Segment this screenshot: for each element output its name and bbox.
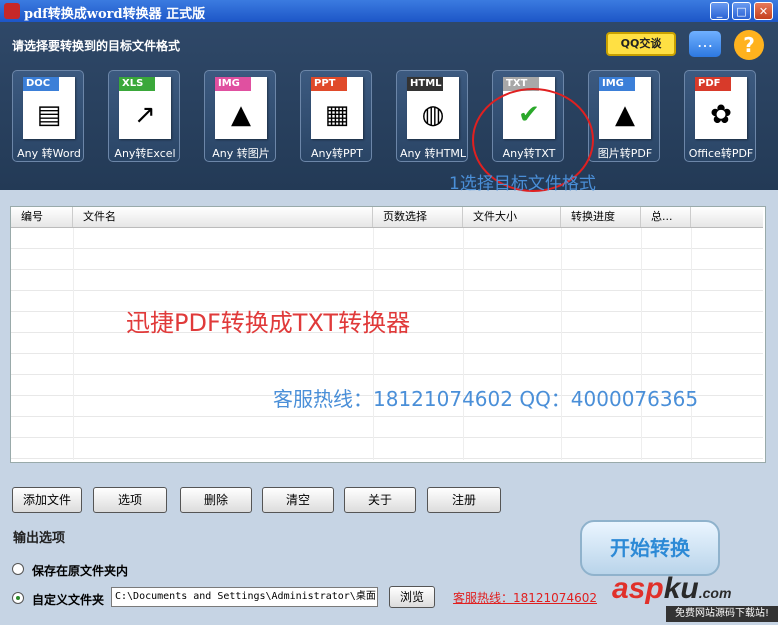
qq-chat-button[interactable]: QQ交谈 [606,32,676,56]
file-table[interactable]: 编号 文件名 页数选择 文件大小 转换进度 总... 迅捷PDF转换成TXT转换… [10,206,766,463]
about-button[interactable]: 关于 [344,487,416,513]
acrobat-icon: ✿ [710,100,732,130]
site-watermark-logo: aspku.com [612,572,731,606]
format-tag: IMG [599,77,635,91]
contact-watermark: 客服热线：18121074602 QQ：4000076365 [273,387,699,411]
chart-arrow-icon: ↗ [134,100,156,130]
register-button[interactable]: 注册 [427,487,501,513]
column-divider [373,228,374,460]
format-ppt[interactable]: PPT ▦ Any转PPT [300,70,372,162]
options-button[interactable]: 选项 [93,487,167,513]
column-divider [73,228,74,460]
site-watermark: aspku.com 免费网站源码下载站! [612,572,778,625]
format-word[interactable]: DOC ▤ Any 转Word [12,70,84,162]
title-bar: pdf转换成word转换器 正式版 _ □ ✕ [0,0,778,22]
column-total[interactable]: 总... [641,207,691,227]
add-file-button[interactable]: 添加文件 [12,487,82,513]
format-tag: XLS [119,77,155,91]
save-original-label[interactable]: 保存在原文件夹内 [32,562,128,579]
column-divider [561,228,562,460]
window-title: pdf转换成word转换器 正式版 [24,7,206,22]
format-image-to-pdf[interactable]: IMG ▲ 图片转PDF [588,70,660,162]
close-button[interactable]: ✕ [754,2,773,20]
browse-button[interactable]: 浏览 [389,586,435,608]
product-watermark: 迅捷PDF转换成TXT转换器 [126,309,411,337]
format-tag: PDF [695,77,731,91]
format-label: Any转Excel [114,147,176,160]
globe-icon: ◍ [421,100,445,130]
column-divider [641,228,642,460]
format-panel: 请选择要转换到的目标文件格式 QQ交谈 … ? DOC ▤ Any 转Word … [0,22,778,194]
format-tag: DOC [23,77,59,91]
column-divider [463,228,464,460]
custom-folder-label[interactable]: 自定义文件夹 [32,591,104,608]
save-original-radio[interactable] [12,563,24,575]
brand-part-b: ku [663,572,699,605]
format-label: Any转PPT [311,147,363,160]
column-pages[interactable]: 页数选择 [373,207,463,227]
column-filename[interactable]: 文件名 [73,207,373,227]
format-label: 图片转PDF [597,147,653,160]
format-label: Any 转HTML [399,147,467,160]
hotline-link[interactable]: 客服热线：18121074602 [453,589,597,606]
column-progress[interactable]: 转换进度 [561,207,641,227]
output-path-field[interactable]: C:\Documents and Settings\Administrator\… [111,587,378,607]
delete-button[interactable]: 删除 [180,487,252,513]
table-header: 编号 文件名 页数选择 文件大小 转换进度 总... [11,207,763,228]
format-label: Office转PDF [688,147,754,160]
format-office-to-pdf[interactable]: PDF ✿ Office转PDF [684,70,756,162]
start-convert-button[interactable]: 开始转换 [580,520,720,576]
output-options-label: 输出选项 [13,531,66,546]
slide-icon: ▦ [324,100,350,130]
format-label: Any 转Word [17,147,81,160]
brand-part-c: .com [698,585,732,601]
format-tag: PPT [311,77,347,91]
format-image[interactable]: IMG ▲ Any 转图片 [204,70,276,162]
format-label: Any 转图片 [212,147,270,160]
format-tag: HTML [407,77,443,91]
word-icon: ▤ [36,100,62,130]
column-filesize[interactable]: 文件大小 [463,207,561,227]
column-number[interactable]: 编号 [11,207,73,227]
chat-bubble-icon[interactable]: … [689,31,721,57]
table-rows [11,228,763,460]
column-divider [691,228,692,460]
maximize-button[interactable]: □ [732,2,751,20]
site-watermark-sub: 免费网站源码下载站! [666,606,778,622]
minimize-button[interactable]: _ [710,2,729,20]
clear-button[interactable]: 清空 [262,487,334,513]
format-excel[interactable]: XLS ↗ Any转Excel [108,70,180,162]
format-html[interactable]: HTML ◍ Any 转HTML [396,70,468,162]
app-icon [4,3,20,19]
format-instruction: 请选择要转换到的目标文件格式 [12,39,181,53]
custom-folder-radio[interactable] [12,592,24,604]
picture-icon: ▲ [615,100,635,130]
picture-icon: ▲ [231,100,251,130]
step-hint: 1选择目标文件格式 [449,174,596,194]
help-icon[interactable]: ? [734,30,764,60]
format-tag: IMG [215,77,251,91]
brand-part-a: asp [612,572,664,605]
